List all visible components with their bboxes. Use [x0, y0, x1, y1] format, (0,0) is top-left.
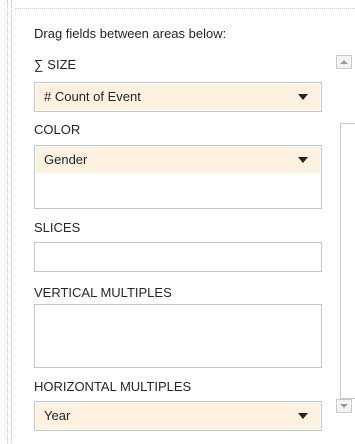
- size-field-count-of-event[interactable]: # Count of Event: [36, 84, 320, 110]
- scroll-up-icon[interactable]: [336, 55, 352, 69]
- field-label: Year: [44, 408, 71, 423]
- horizontal-multiples-area-label: HORIZONTAL MULTIPLES: [34, 379, 192, 394]
- horizontal-multiples-drop-area[interactable]: Year: [34, 401, 322, 431]
- chevron-down-icon[interactable]: [298, 413, 308, 419]
- size-label-text: SIZE: [47, 57, 77, 72]
- pane-top-divider: [15, 8, 355, 9]
- vertical-scrollbar[interactable]: [336, 55, 355, 414]
- vertical-multiples-area-label: VERTICAL MULTIPLES: [34, 285, 172, 300]
- chevron-down-icon[interactable]: [298, 157, 308, 163]
- color-drop-area[interactable]: Gender: [34, 145, 322, 209]
- horizontal-multiples-field-year[interactable]: Year: [36, 403, 320, 429]
- field-label: Gender: [44, 152, 88, 167]
- field-label: # Count of Event: [44, 89, 141, 104]
- vertical-multiples-drop-area[interactable]: [34, 304, 322, 368]
- scroll-down-icon[interactable]: [336, 399, 352, 413]
- sigma-icon: ∑: [34, 57, 44, 72]
- color-area-label: COLOR: [34, 122, 81, 137]
- color-field-gender[interactable]: Gender: [36, 147, 320, 173]
- slices-area-label: SLICES: [34, 220, 81, 235]
- pane-left-border: [7, 0, 12, 444]
- instructions-text: Drag fields between areas below:: [34, 26, 227, 41]
- scrollbar-thumb[interactable]: [340, 123, 355, 399]
- size-drop-area[interactable]: # Count of Event: [34, 82, 322, 112]
- slices-drop-area[interactable]: [34, 242, 322, 272]
- size-area-label: ∑ SIZE: [34, 57, 76, 72]
- chevron-down-icon[interactable]: [298, 94, 308, 100]
